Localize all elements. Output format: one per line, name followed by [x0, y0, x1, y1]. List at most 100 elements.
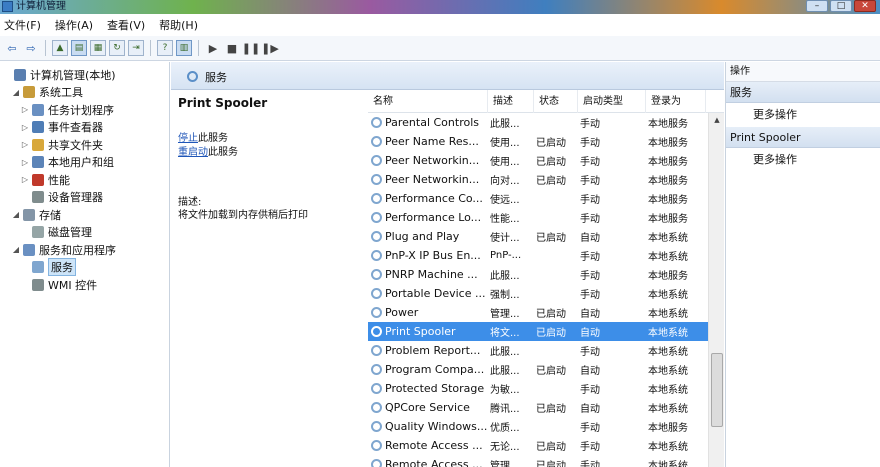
tree-node[interactable]: ▷ 任务计划程序: [0, 101, 169, 119]
service-name-text: PnP-X IP Bus En...: [385, 249, 481, 262]
service-name-text: PNRP Machine ...: [385, 268, 478, 281]
forward-arrow-icon[interactable]: ⇨: [23, 40, 39, 56]
expand-arrow-icon[interactable]: ◢: [11, 245, 21, 254]
back-arrow-icon[interactable]: ⇦: [4, 40, 20, 56]
column-log-on-as[interactable]: 登录为: [646, 90, 706, 113]
toolbar-separator: [198, 40, 199, 56]
menu-file[interactable]: 文件(F): [4, 17, 41, 33]
tree-node-icon: [32, 156, 44, 169]
service-row[interactable]: Parental Controls 此服... 手动 本地服务: [368, 113, 708, 132]
column-startup-type[interactable]: 启动类型: [578, 90, 646, 113]
expand-arrow-icon[interactable]: ▷: [20, 175, 30, 184]
stop-service-link[interactable]: 停止此服务: [178, 132, 360, 146]
up-folder-icon[interactable]: ▲: [52, 40, 68, 56]
services-pane: 服务 Print Spooler 停止此服务 重启动此服务 描述: 将文件加载到…: [171, 62, 724, 467]
service-row[interactable]: Print Spooler 将文... 已启动 自动 本地系统: [368, 322, 708, 341]
service-name-cell: QPCore Service: [368, 401, 488, 414]
expand-arrow-icon[interactable]: ▷: [20, 140, 30, 149]
service-gear-icon: [371, 364, 382, 375]
tree-node[interactable]: 服务: [0, 258, 169, 277]
expand-arrow-icon[interactable]: ▷: [20, 123, 30, 132]
service-name-text: Remote Access ...: [385, 458, 483, 467]
tree-node-icon: [23, 208, 35, 221]
tree-node[interactable]: 计算机管理(本地): [0, 66, 169, 84]
service-name-cell: Plug and Play: [368, 230, 488, 243]
column-description[interactable]: 描述: [488, 90, 534, 113]
tree-node[interactable]: 磁盘管理: [0, 224, 169, 242]
service-description-cell: 使远...: [490, 195, 520, 206]
minimize-button[interactable]: –: [806, 0, 828, 12]
expand-arrow-icon[interactable]: ▷: [20, 158, 30, 167]
service-row[interactable]: Portable Device ... 强制... 手动 本地系统: [368, 284, 708, 303]
scroll-thumb[interactable]: [711, 353, 723, 427]
refresh-icon[interactable]: ↻: [109, 40, 125, 56]
service-name-text: Program Compa...: [385, 363, 485, 376]
expand-arrow-icon[interactable]: ◢: [11, 210, 21, 219]
tree-node-label: 系统工具: [39, 86, 83, 100]
pause-service-icon[interactable]: ❚❚: [242, 40, 260, 56]
menu-view[interactable]: 查看(V): [107, 17, 145, 33]
close-button[interactable]: ✕: [854, 0, 876, 12]
service-startup-cell: 手动: [580, 176, 600, 187]
maximize-button[interactable]: □: [830, 0, 852, 12]
tree-node[interactable]: ▷ 性能: [0, 171, 169, 189]
tree-node[interactable]: ◢ 存储: [0, 206, 169, 224]
service-row[interactable]: Problem Report... 此服... 手动 本地系统: [368, 341, 708, 360]
actions-section-services[interactable]: 服务: [726, 82, 880, 103]
restart-service-link[interactable]: 重启动此服务: [178, 146, 360, 160]
service-row[interactable]: Power 管理... 已启动 自动 本地系统: [368, 303, 708, 322]
service-gear-icon: [371, 383, 382, 394]
service-row[interactable]: Program Compa... 此服... 已启动 自动 本地系统: [368, 360, 708, 379]
tree-node-icon: [32, 191, 44, 204]
more-actions-link[interactable]: 更多操作: [726, 103, 880, 127]
restart-service-icon[interactable]: ❚▶: [261, 40, 279, 56]
service-name-text: Performance Co...: [385, 192, 483, 205]
service-row[interactable]: Performance Lo... 性能... 手动 本地服务: [368, 208, 708, 227]
service-row[interactable]: Performance Co... 使远... 手动 本地服务: [368, 189, 708, 208]
service-row[interactable]: Protected Storage 为敏... 手动 本地系统: [368, 379, 708, 398]
service-row[interactable]: Remote Access ... 管理... 已启动 手动 本地系统: [368, 455, 708, 467]
service-row[interactable]: Peer Name Res... 使用... 已启动 手动 本地服务: [368, 132, 708, 151]
export-list-icon[interactable]: ⇥: [128, 40, 144, 56]
tree-node[interactable]: ▷ 本地用户和组: [0, 154, 169, 172]
vertical-scrollbar[interactable]: ▲: [708, 113, 724, 467]
menu-help[interactable]: 帮助(H): [159, 17, 198, 33]
service-logon-cell: 本地系统: [648, 252, 688, 263]
menu-action[interactable]: 操作(A): [55, 17, 93, 33]
expand-arrow-icon[interactable]: ▷: [20, 105, 30, 114]
service-row[interactable]: QPCore Service 腾讯... 已启动 自动 本地系统: [368, 398, 708, 417]
action-pane-icon[interactable]: ▥: [176, 40, 192, 56]
service-row[interactable]: PnP-X IP Bus En... PnP-... 手动 本地系统: [368, 246, 708, 265]
tree-node[interactable]: ▷ 共享文件夹: [0, 136, 169, 154]
tree-node[interactable]: ◢ 系统工具: [0, 84, 169, 102]
service-row[interactable]: Peer Networkin... 使用... 已启动 手动 本地服务: [368, 151, 708, 170]
service-row[interactable]: Quality Windows... 优质... 手动 本地服务: [368, 417, 708, 436]
help-icon[interactable]: ?: [157, 40, 173, 56]
more-actions-link[interactable]: 更多操作: [726, 148, 880, 172]
service-row[interactable]: Remote Access ... 无论... 已启动 手动 本地系统: [368, 436, 708, 455]
service-row[interactable]: Peer Networkin... 向对... 已启动 手动 本地服务: [368, 170, 708, 189]
scroll-up-arrow-icon[interactable]: ▲: [709, 113, 725, 127]
actions-section-print-spooler[interactable]: Print Spooler: [726, 127, 880, 148]
service-name-cell: Quality Windows...: [368, 420, 488, 433]
tree-node[interactable]: WMI 控件: [0, 276, 169, 294]
service-name-text: Protected Storage: [385, 382, 485, 395]
tree-node[interactable]: ◢ 服务和应用程序: [0, 241, 169, 259]
service-startup-cell: 自动: [580, 404, 600, 415]
properties-icon[interactable]: ▦: [90, 40, 106, 56]
start-service-icon[interactable]: ▶: [205, 40, 221, 56]
service-startup-cell: 手动: [580, 385, 600, 396]
column-name[interactable]: 名称: [368, 90, 488, 113]
service-name-text: Power: [385, 306, 419, 319]
expand-arrow-icon[interactable]: ◢: [11, 88, 21, 97]
stop-service-icon[interactable]: ■: [224, 40, 240, 56]
tree-node-label: 磁盘管理: [48, 226, 92, 240]
service-row[interactable]: PNRP Machine ... 此服... 手动 本地服务: [368, 265, 708, 284]
service-row[interactable]: Plug and Play 使计... 已启动 自动 本地系统: [368, 227, 708, 246]
show-tree-icon[interactable]: ▤: [71, 40, 87, 56]
service-description-cell: 此服...: [490, 366, 520, 377]
tree-node[interactable]: 设备管理器: [0, 189, 169, 207]
actions-header: 操作: [726, 62, 880, 82]
tree-node[interactable]: ▷ 事件查看器: [0, 119, 169, 137]
column-status[interactable]: 状态: [534, 90, 578, 113]
